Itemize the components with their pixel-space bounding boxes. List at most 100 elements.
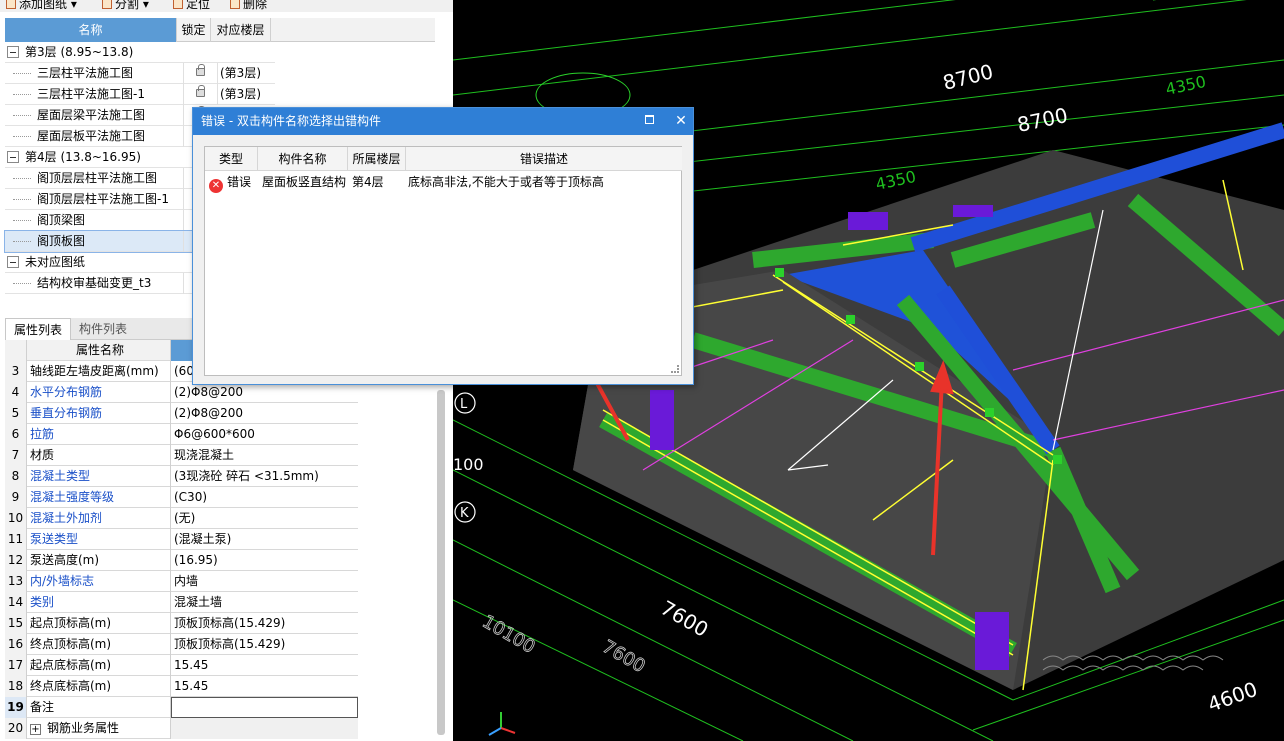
property-key-cell: 水平分布钢筋 (27, 382, 171, 403)
split-button[interactable]: 分割 ▾ (102, 0, 149, 12)
tree-item-label: 阁顶层层柱平法施工图-1 (37, 192, 169, 206)
property-row[interactable]: 10 混凝土外加剂 (无) (5, 508, 358, 529)
property-row[interactable]: 4 水平分布钢筋 (2)Φ8@200 (5, 382, 358, 403)
property-row[interactable]: 20 + 钢筋业务属性 (5, 718, 358, 739)
floor-cell[interactable]: (第3层) (217, 84, 275, 105)
property-name: 泵送高度(m) (30, 553, 100, 567)
collapse-icon[interactable] (7, 256, 19, 268)
property-value[interactable]: (混凝土泵) (171, 529, 358, 550)
property-key-cell: 起点顶标高(m) (27, 613, 171, 634)
lock-cell[interactable] (183, 84, 217, 105)
property-row[interactable]: 6 拉筋 Φ6@600*600 (5, 424, 358, 445)
drawing-tree-header: 名称 锁定 对应楼层 (5, 18, 435, 42)
property-value[interactable]: (无) (171, 508, 358, 529)
col-component[interactable]: 构件名称 (258, 147, 348, 171)
error-icon: ✕ (209, 179, 223, 193)
col-type[interactable]: 类型 (205, 147, 258, 171)
tree-guide (13, 136, 31, 137)
property-value[interactable]: (2)Φ8@200 (171, 382, 358, 403)
tree-item-label: 结构校审基础变更_t3 (37, 276, 152, 290)
col-desc[interactable]: 错误描述 (406, 147, 682, 171)
property-value[interactable] (171, 697, 358, 718)
property-value[interactable]: 15.45 (171, 655, 358, 676)
error-grid: 类型 构件名称 所属楼层 错误描述 ✕ 错误 屋面板竖直结构 第4层 底标高非法,… (204, 146, 682, 376)
tree-item-label: 屋面层板平法施工图 (37, 129, 146, 143)
lock-cell[interactable] (183, 63, 217, 84)
tree-guide (13, 178, 31, 179)
property-value[interactable]: Φ6@600*600 (171, 424, 358, 445)
property-key-cell: 备注 (27, 697, 171, 718)
maximize-icon[interactable] (645, 115, 654, 124)
property-value[interactable]: 15.45 (171, 676, 358, 697)
property-scrollbar[interactable] (437, 390, 445, 735)
collapse-icon[interactable] (7, 46, 19, 58)
resize-grip[interactable] (671, 365, 679, 373)
drawing-toolbar: 添加图纸 ▾ 分割 ▾ 定位 删除 (0, 0, 453, 12)
close-icon[interactable]: ✕ (671, 108, 691, 135)
property-value-header[interactable] (171, 340, 193, 361)
property-row[interactable]: 13 内/外墙标志 内墙 (5, 571, 358, 592)
property-value[interactable]: 顶板顶标高(15.429) (171, 613, 358, 634)
property-row[interactable]: 14 类别 混凝土墙 (5, 592, 358, 613)
property-row[interactable]: 11 泵送类型 (混凝土泵) (5, 529, 358, 550)
property-row[interactable]: 17 起点底标高(m) 15.45 (5, 655, 358, 676)
property-key-cell: 轴线距左墙皮距离(mm) (27, 361, 171, 382)
property-value[interactable]: 顶板顶标高(15.429) (171, 634, 358, 655)
property-value[interactable]: 现浇混凝土 (171, 445, 358, 466)
col-lock[interactable]: 锁定 (177, 18, 211, 42)
property-value[interactable] (171, 718, 358, 739)
dim-label: 10100 (479, 611, 539, 658)
property-value[interactable]: (C30) (171, 487, 358, 508)
property-value[interactable]: 混凝土墙 (171, 592, 358, 613)
expand-icon[interactable]: + (30, 724, 41, 735)
tree-item[interactable]: 三层柱平法施工图-1 (第3层) (5, 84, 275, 105)
tree-guide (13, 115, 31, 116)
dim-label: 4350 (1164, 72, 1208, 99)
property-key-cell: + 钢筋业务属性 (27, 718, 171, 739)
collapse-icon[interactable] (7, 151, 19, 163)
error-desc: 底标高非法,不能大于或者等于顶标高 (408, 175, 604, 189)
property-value[interactable]: 内墙 (171, 571, 358, 592)
property-name: 垂直分布钢筋 (30, 406, 103, 420)
delete-button[interactable]: 删除 (230, 0, 267, 12)
property-key-cell: 混凝土强度等级 (27, 487, 171, 508)
property-name: 材质 (30, 448, 55, 462)
locate-button[interactable]: 定位 (173, 0, 210, 12)
property-row[interactable]: 15 起点顶标高(m) 顶板顶标高(15.429) (5, 613, 358, 634)
col-name[interactable]: 名称 (5, 18, 177, 42)
row-number: 9 (5, 487, 27, 508)
col-floor[interactable]: 所属楼层 (348, 147, 406, 171)
row-number: 10 (5, 508, 27, 529)
property-row[interactable]: 9 混凝土强度等级 (C30) (5, 487, 358, 508)
property-row[interactable]: 12 泵送高度(m) (16.95) (5, 550, 358, 571)
property-name-header[interactable]: 属性名称 (27, 340, 171, 361)
col-floor[interactable]: 对应楼层 (211, 18, 271, 42)
add-drawing-button[interactable]: 添加图纸 ▾ (6, 0, 77, 12)
tree-group[interactable]: 第3层 (8.95~13.8) (5, 42, 275, 63)
property-value[interactable]: (3现浇砼 碎石 <31.5mm) (171, 466, 358, 487)
row-number: 13 (5, 571, 27, 592)
property-value[interactable]: (16.95) (171, 550, 358, 571)
error-component[interactable]: 屋面板竖直结构 (262, 171, 346, 193)
row-number: 14 (5, 592, 27, 613)
row-number: 17 (5, 655, 27, 676)
tree-guide (13, 220, 31, 221)
property-value[interactable]: (2)Φ8@200 (171, 403, 358, 424)
property-row[interactable]: 16 终点顶标高(m) 顶板顶标高(15.429) (5, 634, 358, 655)
tab-properties[interactable]: 属性列表 (5, 318, 72, 340)
tree-item[interactable]: 三层柱平法施工图 (第3层) (5, 63, 275, 84)
property-key-cell: 材质 (27, 445, 171, 466)
property-row[interactable]: 18 终点底标高(m) 15.45 (5, 676, 358, 697)
property-row[interactable]: 8 混凝土类型 (3现浇砼 碎石 <31.5mm) (5, 466, 358, 487)
floor-cell[interactable]: (第3层) (217, 63, 275, 84)
property-name: 混凝土强度等级 (30, 490, 115, 504)
property-row[interactable]: 7 材质 现浇混凝土 (5, 445, 358, 466)
delete-icon (230, 0, 240, 9)
tree-group-label: 第4层 (13.8~16.95) (25, 150, 141, 164)
property-row[interactable]: 5 垂直分布钢筋 (2)Φ8@200 (5, 403, 358, 424)
error-type: ✕ 错误 (209, 171, 251, 193)
tree-guide (13, 73, 31, 74)
tab-components[interactable]: 构件列表 (71, 318, 135, 340)
property-row[interactable]: 19 备注 (5, 697, 358, 718)
dialog-title[interactable]: 错误 - 双击构件名称选择出错构件 (193, 108, 693, 135)
